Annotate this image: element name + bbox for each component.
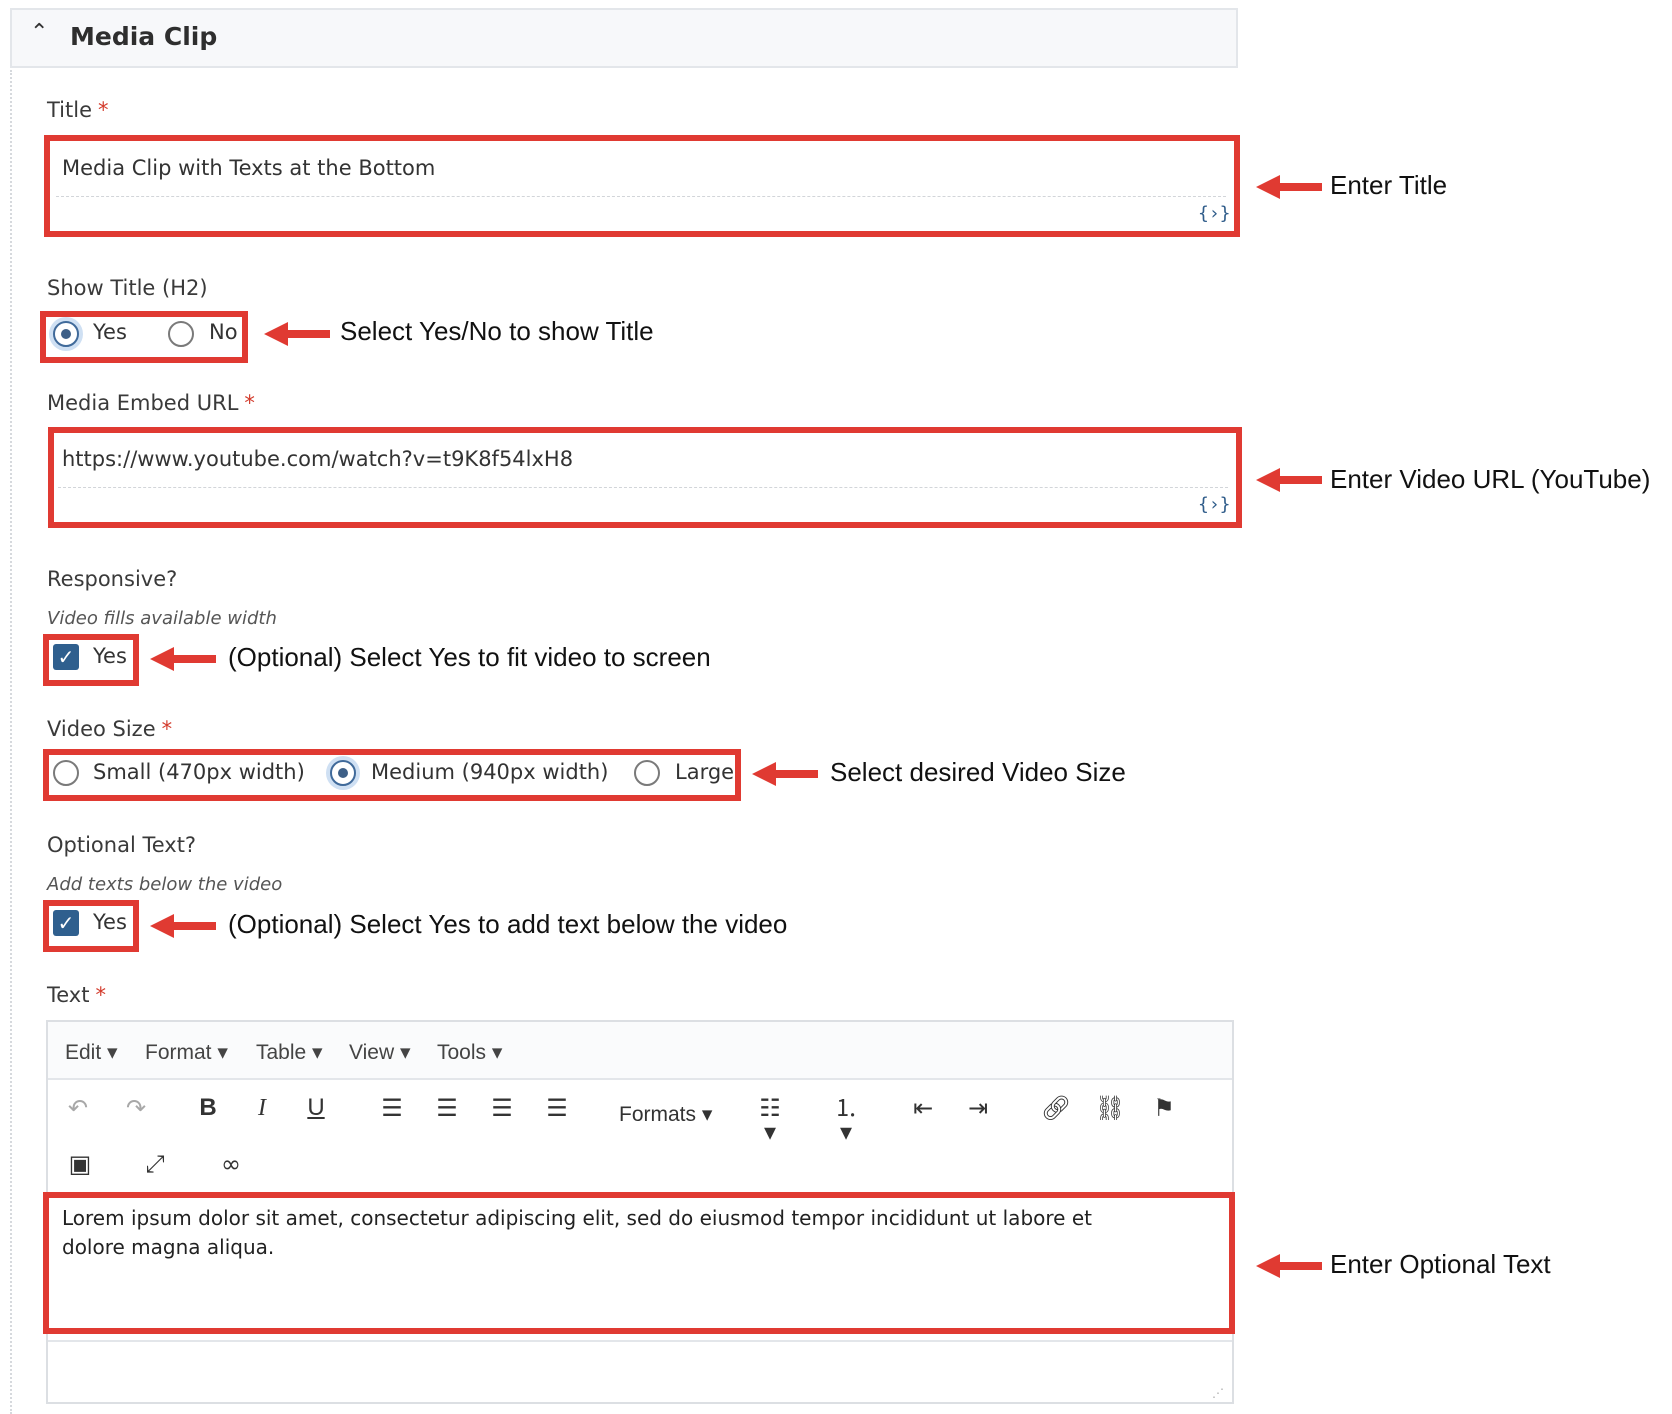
chevron-up-icon[interactable]: ⌃: [30, 22, 48, 44]
undo-icon[interactable]: ↶: [58, 1096, 98, 1120]
bullet-list-icon[interactable]: ☷ ▾: [750, 1096, 790, 1144]
underline-icon[interactable]: U: [296, 1096, 336, 1120]
infinity-icon[interactable]: ∞: [211, 1152, 251, 1176]
arrow-show-title: [264, 322, 330, 346]
responsive-checkbox-label[interactable]: Yes: [93, 644, 127, 668]
italic-icon[interactable]: I: [242, 1096, 282, 1120]
arrow-responsive: [150, 647, 216, 671]
arrow-video-size: [752, 762, 818, 786]
annotation-video-size: Select desired Video Size: [830, 757, 1126, 787]
outdent-icon[interactable]: ⇤: [903, 1096, 943, 1120]
redo-icon[interactable]: ↷: [116, 1096, 156, 1120]
arrow-url: [1256, 468, 1322, 492]
menu-tools[interactable]: Tools ▾: [437, 1040, 502, 1065]
resize-grip-icon[interactable]: ⋰: [1212, 1386, 1224, 1400]
source-code-icon[interactable]: {›}: [1198, 203, 1231, 224]
numbered-list-icon[interactable]: ⒈ ▾: [826, 1096, 866, 1144]
fullscreen-icon[interactable]: ⤢: [135, 1152, 175, 1176]
indent-icon[interactable]: ⇥: [958, 1096, 998, 1120]
show-title-yes-label[interactable]: Yes: [93, 320, 127, 344]
embed-url-input[interactable]: https://www.youtube.com/watch?v=t9K8f54l…: [62, 447, 573, 471]
video-size-large-label[interactable]: Large: [675, 760, 734, 784]
video-size-medium-radio[interactable]: [330, 760, 356, 786]
optional-text-checkbox-label[interactable]: Yes: [93, 910, 127, 934]
responsive-checkbox[interactable]: ✓: [53, 644, 79, 670]
annotation-text: Enter Optional Text: [1330, 1249, 1551, 1279]
arrow-title: [1256, 175, 1322, 199]
video-size-medium-label[interactable]: Medium (940px width): [371, 760, 608, 784]
video-size-large-radio[interactable]: [634, 760, 660, 786]
bookmark-icon[interactable]: ⚑: [1144, 1096, 1184, 1120]
optional-text-label: Optional Text?: [47, 833, 197, 857]
responsive-hint: Video fills available width: [47, 608, 277, 629]
arrow-text: [1256, 1254, 1322, 1278]
text-label: Text *: [47, 983, 106, 1007]
annotation-responsive: (Optional) Select Yes to fit video to sc…: [228, 642, 711, 672]
editor-content[interactable]: Lorem ipsum dolor sit amet, consectetur …: [62, 1204, 1192, 1262]
annotation-show-title: Select Yes/No to show Title: [340, 316, 654, 346]
embed-url-label: Media Embed URL *: [47, 391, 255, 415]
unlink-icon[interactable]: ⛓︎: [1090, 1096, 1130, 1120]
show-title-label: Show Title (H2): [47, 276, 208, 300]
title-highlight-box: [44, 135, 1240, 237]
section-title: Media Clip: [70, 22, 218, 51]
editor-content-line: Lorem ipsum dolor sit amet, consectetur …: [62, 1206, 1092, 1230]
annotation-optional-text: (Optional) Select Yes to add text below …: [228, 909, 788, 939]
optional-text-hint: Add texts below the video: [47, 874, 283, 895]
menu-edit[interactable]: Edit ▾: [65, 1040, 118, 1065]
image-icon[interactable]: ▣: [60, 1152, 100, 1176]
title-input[interactable]: Media Clip with Texts at the Bottom: [62, 156, 435, 180]
align-right-icon[interactable]: ☰: [482, 1096, 522, 1120]
bold-icon[interactable]: B: [188, 1096, 228, 1120]
title-input-separator: [56, 196, 1226, 197]
show-title-no-radio[interactable]: [168, 321, 194, 347]
align-left-icon[interactable]: ☰: [372, 1096, 412, 1120]
embed-url-highlight-box: [48, 427, 1242, 528]
video-size-small-label[interactable]: Small (470px width): [93, 760, 305, 784]
responsive-label: Responsive?: [47, 567, 178, 591]
menu-table[interactable]: Table ▾: [256, 1040, 323, 1065]
optional-text-checkbox[interactable]: ✓: [53, 910, 79, 936]
embed-url-separator: [58, 487, 1228, 488]
arrow-optional-text: [150, 914, 216, 938]
menu-format[interactable]: Format ▾: [145, 1040, 228, 1065]
annotation-title: Enter Title: [1330, 170, 1448, 200]
editor-content-line: dolore magna aliqua.: [62, 1235, 275, 1259]
align-justify-icon[interactable]: ☰: [537, 1096, 577, 1120]
formats-dropdown[interactable]: Formats ▾: [619, 1102, 712, 1127]
align-center-icon[interactable]: ☰: [427, 1096, 467, 1120]
source-code-icon[interactable]: {›}: [1198, 494, 1231, 515]
editor-statusbar: [48, 1340, 1232, 1404]
link-icon[interactable]: 🔗︎: [1036, 1096, 1076, 1120]
show-title-yes-radio[interactable]: [53, 321, 79, 347]
annotation-url: Enter Video URL (YouTube): [1330, 464, 1651, 494]
show-title-no-label[interactable]: No: [209, 320, 238, 344]
section-left-rule: [10, 70, 12, 1414]
menu-view[interactable]: View ▾: [349, 1040, 411, 1065]
title-label: Title *: [47, 98, 109, 122]
video-size-small-radio[interactable]: [53, 760, 79, 786]
video-size-label: Video Size *: [47, 717, 173, 741]
